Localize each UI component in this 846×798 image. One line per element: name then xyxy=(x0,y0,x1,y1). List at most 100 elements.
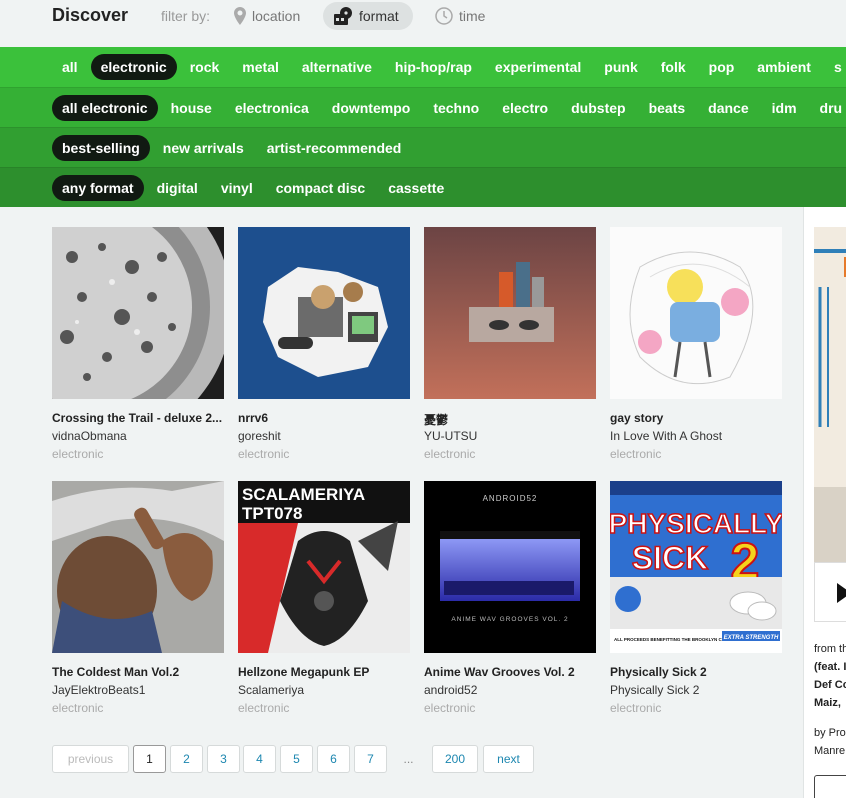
featured-buy-button[interactable] xyxy=(814,775,846,798)
genre-alternative[interactable]: alternative xyxy=(292,54,382,80)
subgenre-drum[interactable]: dru xyxy=(810,95,846,121)
subgenre-electro[interactable]: electro xyxy=(492,95,558,121)
album-artist[interactable]: In Love With A Ghost xyxy=(610,429,722,443)
album-cover[interactable]: ANDROID52 ANIME WAV GROOVES VOL. 2 xyxy=(424,481,596,653)
album-cover[interactable] xyxy=(610,227,782,399)
format-compact-disc[interactable]: compact disc xyxy=(266,175,375,201)
album-artist[interactable]: vidnaObmana xyxy=(52,429,127,443)
genre-all[interactable]: all xyxy=(52,54,88,80)
physically-cover-line2: SICK xyxy=(632,540,708,576)
album-cover[interactable] xyxy=(52,481,224,653)
sort-row: best-selling new arrivals artist-recomme… xyxy=(0,127,846,167)
genre-experimental[interactable]: experimental xyxy=(485,54,591,80)
album-artist[interactable]: goreshit xyxy=(238,429,281,443)
format-digital[interactable]: digital xyxy=(147,175,208,201)
subgenre-house[interactable]: house xyxy=(161,95,222,121)
album-artist[interactable]: Physically Sick 2 xyxy=(610,683,699,697)
subgenre-dubstep[interactable]: dubstep xyxy=(561,95,635,121)
genre-punk[interactable]: punk xyxy=(594,54,647,80)
page-5[interactable]: 5 xyxy=(280,745,313,773)
filter-location[interactable]: location xyxy=(224,2,310,30)
subgenre-idm[interactable]: idm xyxy=(762,95,807,121)
album-title[interactable]: Hellzone Megapunk EP xyxy=(238,665,410,679)
scalameriya-cover-text: SCALAMERIYA xyxy=(242,485,365,504)
album-cover[interactable]: PHYSICALLY SICK 2 ALL PROCEEDS BENEFITTI… xyxy=(610,481,782,653)
genre-rock[interactable]: rock xyxy=(180,54,230,80)
sort-artist-recommended[interactable]: artist-recommended xyxy=(257,135,412,161)
format-vinyl[interactable]: vinyl xyxy=(211,175,263,201)
album-card[interactable]: SCALAMERIYA TPT078 Hellzone Megapunk EP … xyxy=(238,481,410,715)
format-row: any format digital vinyl compact disc ca… xyxy=(0,167,846,207)
android-cover-bottom-text: ANIME WAV GROOVES VOL. 2 xyxy=(451,616,568,623)
filter-format[interactable]: format xyxy=(323,2,413,30)
album-cover[interactable] xyxy=(238,227,410,399)
album-card[interactable]: ANDROID52 ANIME WAV GROOVES VOL. 2 Anime… xyxy=(424,481,596,715)
sort-new-arrivals[interactable]: new arrivals xyxy=(153,135,254,161)
genre-hip-hop[interactable]: hip-hop/rap xyxy=(385,54,482,80)
format-cassette[interactable]: cassette xyxy=(378,175,454,201)
featured-track-line[interactable]: Maiz, xyxy=(814,697,841,709)
album-title[interactable]: Anime Wav Grooves Vol. 2 xyxy=(424,665,596,679)
page-title: Discover xyxy=(52,5,129,25)
album-title[interactable]: The Coldest Man Vol.2 xyxy=(52,665,224,679)
page-2[interactable]: 2 xyxy=(170,745,203,773)
subgenre-dance[interactable]: dance xyxy=(698,95,758,121)
album-artist[interactable]: JayElektroBeats1 xyxy=(52,683,145,697)
subgenre-electronica[interactable]: electronica xyxy=(225,95,319,121)
page-6[interactable]: 6 xyxy=(317,745,350,773)
sort-best-selling[interactable]: best-selling xyxy=(52,134,150,161)
play-button[interactable] xyxy=(814,562,846,622)
album-title[interactable]: gay story xyxy=(610,411,782,425)
genre-pop[interactable]: pop xyxy=(699,54,745,80)
album-card[interactable]: Crossing the Trail - deluxe 2... vidnaOb… xyxy=(52,227,224,461)
album-genre: electronic xyxy=(424,447,476,461)
android-cover-top-text: ANDROID52 xyxy=(483,494,538,503)
scalameriya-code-text: TPT078 xyxy=(242,504,302,523)
genre-folk[interactable]: folk xyxy=(651,54,696,80)
page-4[interactable]: 4 xyxy=(243,745,276,773)
subgenre-beats[interactable]: beats xyxy=(639,95,696,121)
featured-artist-line[interactable]: Manre xyxy=(814,745,845,757)
genre-metal[interactable]: metal xyxy=(232,54,289,80)
album-cover[interactable]: SCALAMERIYA TPT078 xyxy=(238,481,410,653)
album-title[interactable]: Crossing the Trail - deluxe 2... xyxy=(52,411,224,425)
album-artist[interactable]: Scalameriya xyxy=(238,683,304,697)
album-genre: electronic xyxy=(52,447,104,461)
vinyl-icon xyxy=(334,7,352,25)
album-card[interactable]: gay story In Love With A Ghost electroni… xyxy=(610,227,782,461)
album-genre: electronic xyxy=(52,701,104,715)
featured-track-line[interactable]: Def Co xyxy=(814,679,846,691)
featured-track-line[interactable]: (feat. I xyxy=(814,661,846,673)
album-artist[interactable]: android52 xyxy=(424,683,477,697)
genre-electronic[interactable]: electronic xyxy=(90,54,177,80)
album-cover[interactable] xyxy=(52,227,224,399)
album-title[interactable]: Physically Sick 2 xyxy=(610,665,782,679)
album-card[interactable]: nrrv6 goreshit electronic xyxy=(238,227,410,461)
page-1[interactable]: 1 xyxy=(133,745,166,773)
page-7[interactable]: 7 xyxy=(354,745,387,773)
previous-button: previous xyxy=(52,745,129,773)
format-any[interactable]: any format xyxy=(52,174,144,201)
featured-panel: from th (feat. I Def Co Maiz, by Pro Man… xyxy=(803,207,846,798)
subgenre-techno[interactable]: techno xyxy=(423,95,489,121)
pagination-ellipsis: ... xyxy=(403,752,414,766)
featured-cover[interactable] xyxy=(814,227,846,567)
page-3[interactable]: 3 xyxy=(207,745,240,773)
physically-cover-badge: EXTRA STRENGTH xyxy=(724,635,779,641)
next-button[interactable]: next xyxy=(483,745,534,773)
genre-ambient[interactable]: ambient xyxy=(747,54,821,80)
album-card[interactable]: PHYSICALLY SICK 2 ALL PROCEEDS BENEFITTI… xyxy=(610,481,782,715)
genre-more[interactable]: s xyxy=(824,54,846,80)
album-card[interactable]: The Coldest Man Vol.2 JayElektroBeats1 e… xyxy=(52,481,224,715)
page-200[interactable]: 200 xyxy=(432,745,478,773)
play-icon xyxy=(837,583,846,603)
album-title[interactable]: 憂鬱 xyxy=(424,411,596,428)
album-cover[interactable] xyxy=(424,227,596,399)
album-card[interactable]: 憂鬱 YU-UTSU electronic xyxy=(424,227,596,461)
filter-time[interactable]: time xyxy=(425,2,495,30)
featured-from-line: from th xyxy=(814,643,846,655)
subgenre-all-electronic[interactable]: all electronic xyxy=(52,94,158,121)
subgenre-downtempo[interactable]: downtempo xyxy=(322,95,421,121)
album-artist[interactable]: YU-UTSU xyxy=(424,429,477,443)
album-title[interactable]: nrrv6 xyxy=(238,411,410,425)
